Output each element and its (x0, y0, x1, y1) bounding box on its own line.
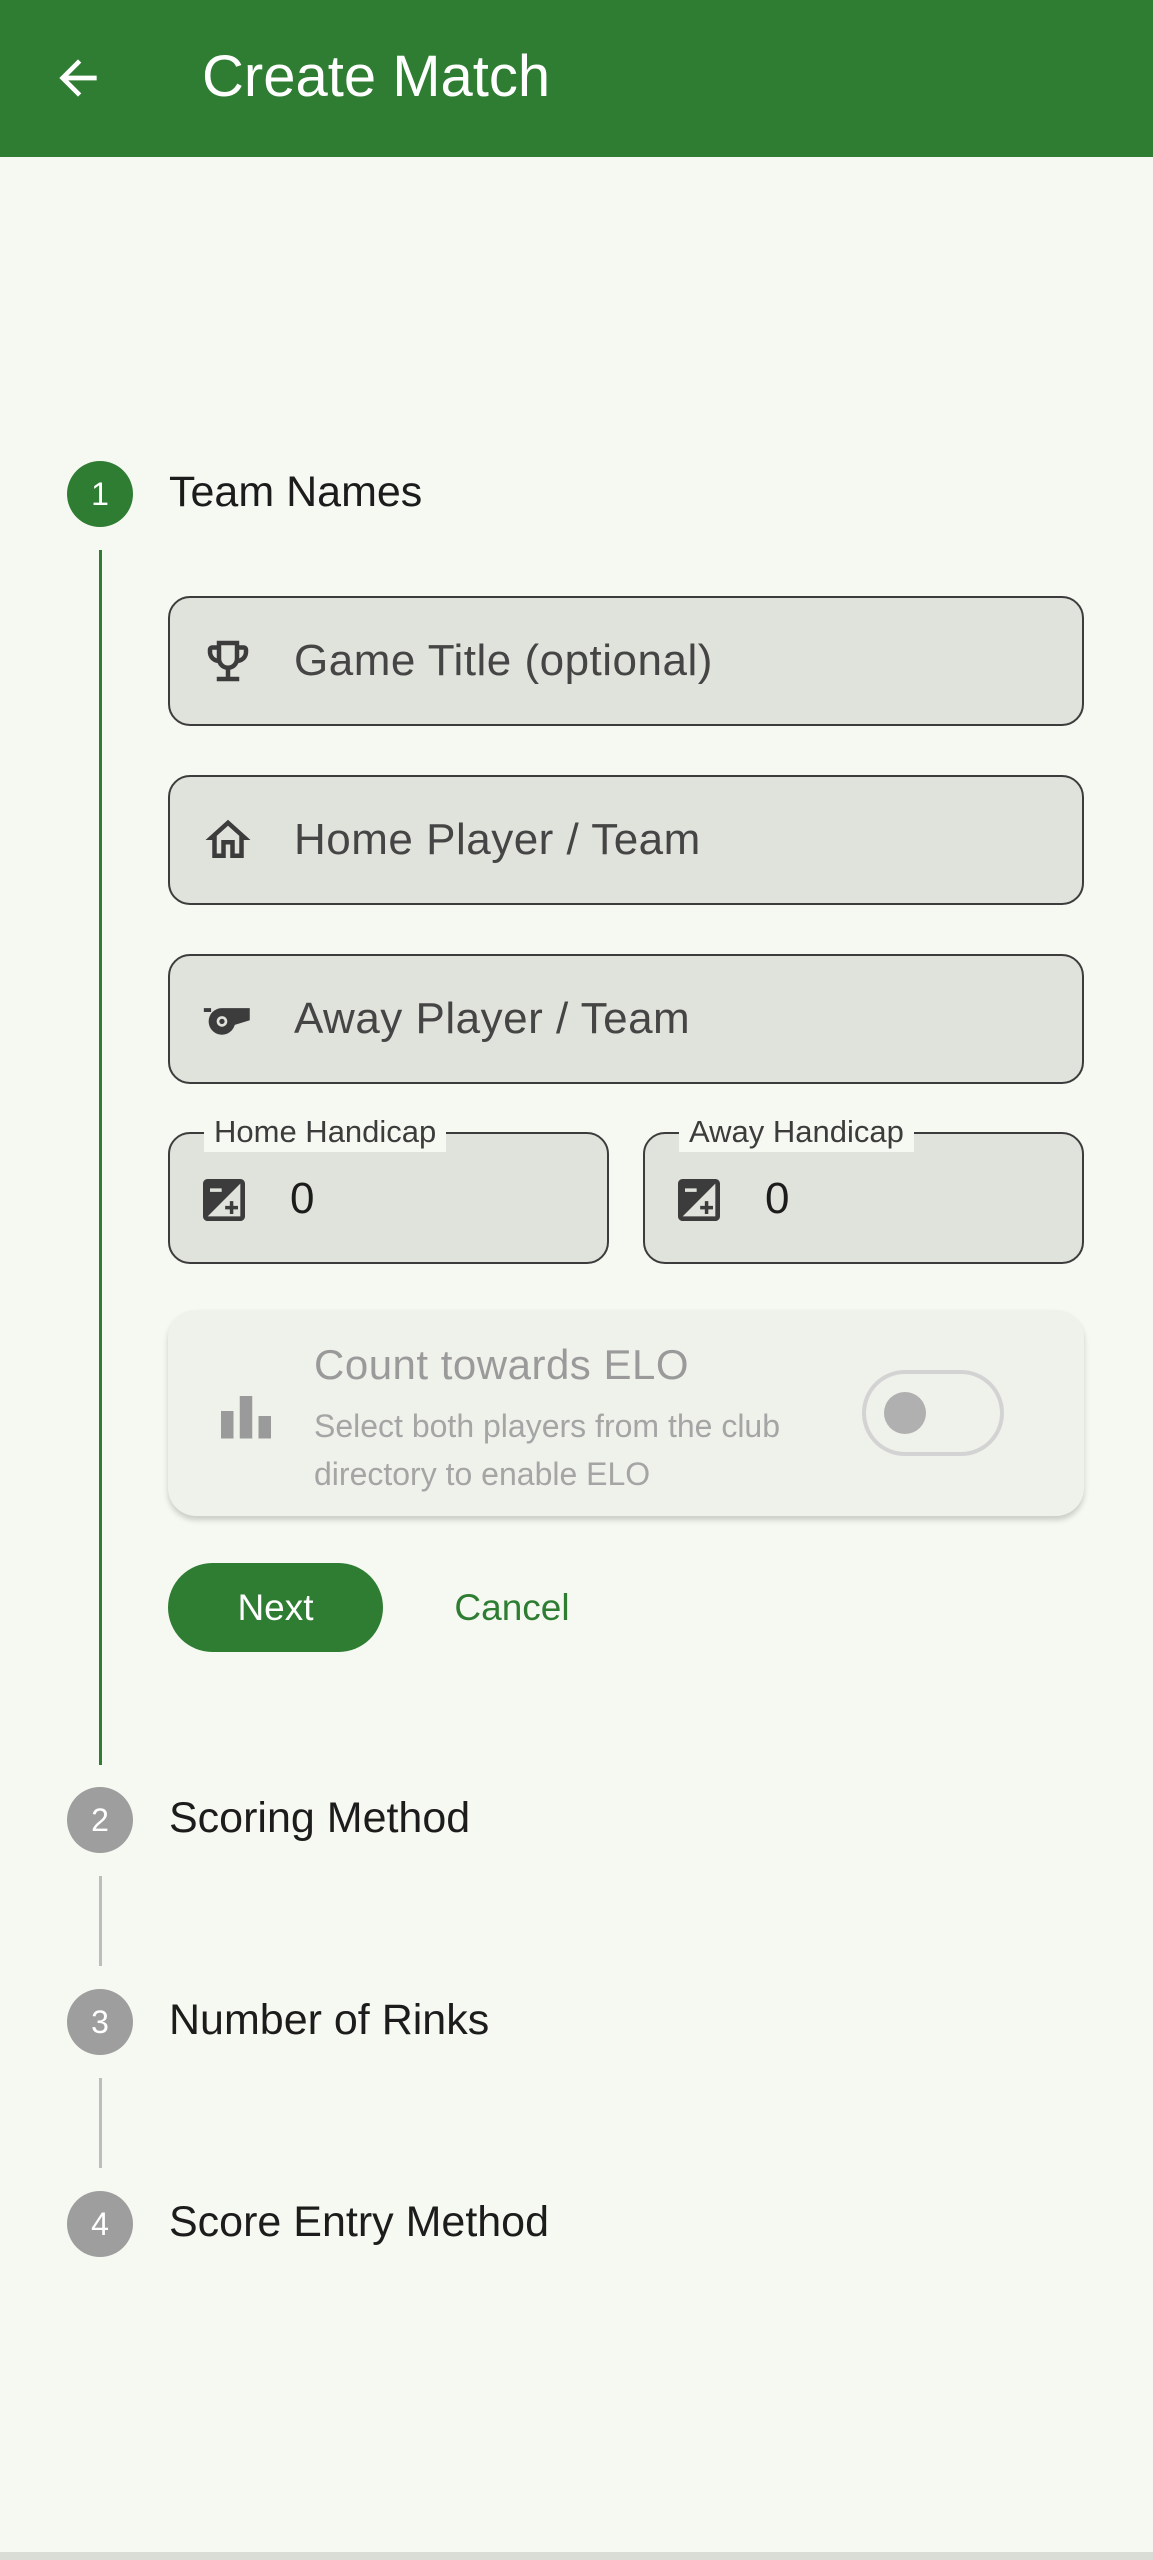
game-title-placeholder: Game Title (optional) (294, 636, 713, 685)
step-3-indicator[interactable]: 3 (67, 1989, 133, 2055)
page-title: Create Match (202, 44, 551, 109)
home-handicap-field[interactable]: Home Handicap 0 (168, 1112, 609, 1264)
exposure-icon (669, 1170, 729, 1230)
elo-card: Count towards ELO Select both players fr… (168, 1310, 1084, 1516)
away-handicap-field[interactable]: Away Handicap 0 (643, 1112, 1084, 1264)
home-handicap-label: Home Handicap (204, 1112, 447, 1152)
away-handicap-label: Away Handicap (679, 1112, 914, 1152)
step-1-title[interactable]: Team Names (169, 464, 422, 520)
trophy-icon (198, 631, 258, 691)
app-bar: Create Match (0, 0, 1153, 157)
toggle-knob (884, 1392, 926, 1434)
arrow-back-icon (59, 59, 97, 97)
elo-description: Select both players from the club direct… (314, 1408, 781, 1492)
back-button[interactable] (38, 38, 118, 118)
bottom-divider (0, 2552, 1153, 2560)
home-handicap-value: 0 (290, 1174, 315, 1223)
elo-title: Count towards ELO (314, 1341, 690, 1388)
step-2-indicator[interactable]: 2 (67, 1787, 133, 1853)
step-2-connector (99, 1876, 102, 1966)
cancel-button[interactable]: Cancel (432, 1563, 592, 1652)
next-button[interactable]: Next (168, 1563, 383, 1652)
step-3-connector (99, 2078, 102, 2168)
home-player-placeholder: Home Player / Team (294, 815, 701, 864)
step-1-connector (99, 550, 102, 1765)
home-icon (198, 810, 258, 870)
leaderboard-icon (216, 1386, 276, 1446)
whistle-icon (198, 989, 258, 1049)
exposure-icon (194, 1170, 254, 1230)
step-3-title[interactable]: Number of Rinks (169, 1992, 489, 2048)
step-4-indicator[interactable]: 4 (67, 2191, 133, 2257)
step-1-indicator[interactable]: 1 (67, 461, 133, 527)
home-player-field[interactable]: Home Player / Team (168, 775, 1084, 905)
elo-toggle[interactable] (862, 1370, 1004, 1456)
away-player-field[interactable]: Away Player / Team (168, 954, 1084, 1084)
away-player-placeholder: Away Player / Team (294, 994, 691, 1043)
game-title-field[interactable]: Game Title (optional) (168, 596, 1084, 726)
away-handicap-value: 0 (765, 1174, 790, 1223)
step-4-title[interactable]: Score Entry Method (169, 2194, 549, 2250)
step-2-title[interactable]: Scoring Method (169, 1790, 470, 1846)
